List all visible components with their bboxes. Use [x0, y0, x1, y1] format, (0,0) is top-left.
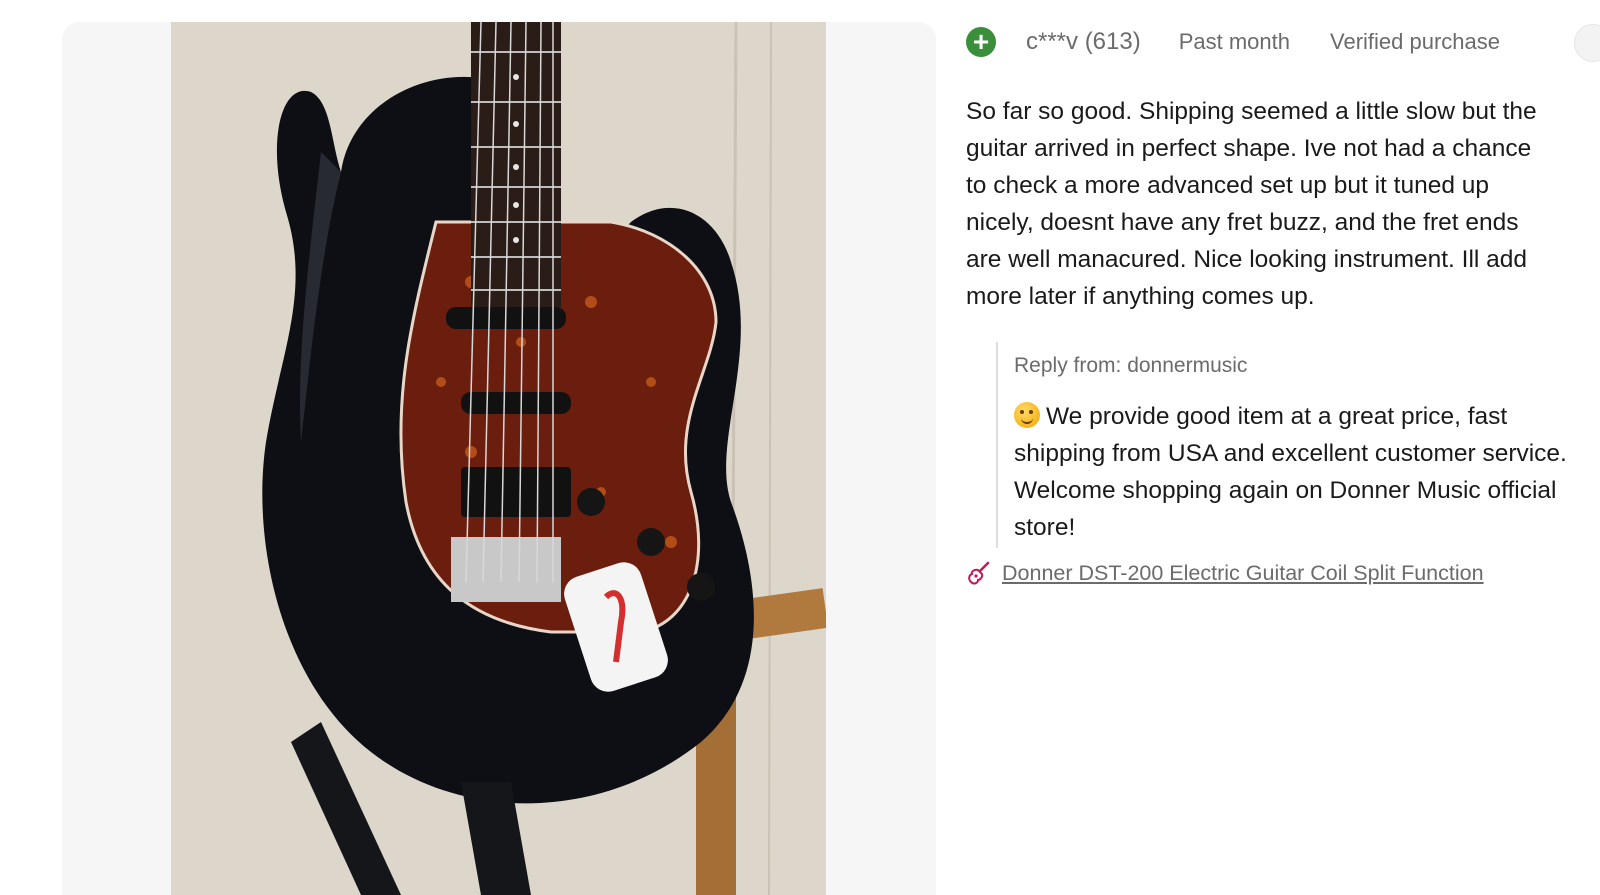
more-options-button[interactable]	[1574, 24, 1600, 62]
reply-from-label: Reply from: donnermusic	[1014, 354, 1248, 377]
review-photo-panel	[62, 22, 936, 895]
reply-body: We provide good item at a great price, f…	[1014, 398, 1574, 546]
seller-reply: Reply from: donnermusic We provide good …	[996, 342, 1574, 548]
guitar-photo-image	[171, 22, 826, 895]
review-date: Past month	[1178, 29, 1290, 54]
reviewer-name[interactable]: c***v (613)	[1026, 28, 1141, 56]
review-text: So far so good. Shipping seemed a little…	[966, 98, 1537, 310]
review-header: + c***v (613) Past month Verified purcha…	[966, 22, 1600, 62]
plus-icon[interactable]: +	[966, 27, 996, 57]
reply-text: We provide good item at a great price, f…	[1014, 403, 1567, 541]
product-link[interactable]: Donner DST-200 Electric Guitar Coil Spli…	[966, 560, 1526, 586]
smiling-face-icon	[1014, 402, 1040, 428]
review-photo[interactable]	[171, 22, 826, 895]
verified-purchase-badge: Verified purchase	[1330, 29, 1500, 54]
guitar-icon	[968, 561, 990, 585]
product-link-text[interactable]: Donner DST-200 Electric Guitar Coil Spli…	[1002, 561, 1522, 586]
review-page: + c***v (613) Past month Verified purcha…	[0, 0, 1600, 895]
